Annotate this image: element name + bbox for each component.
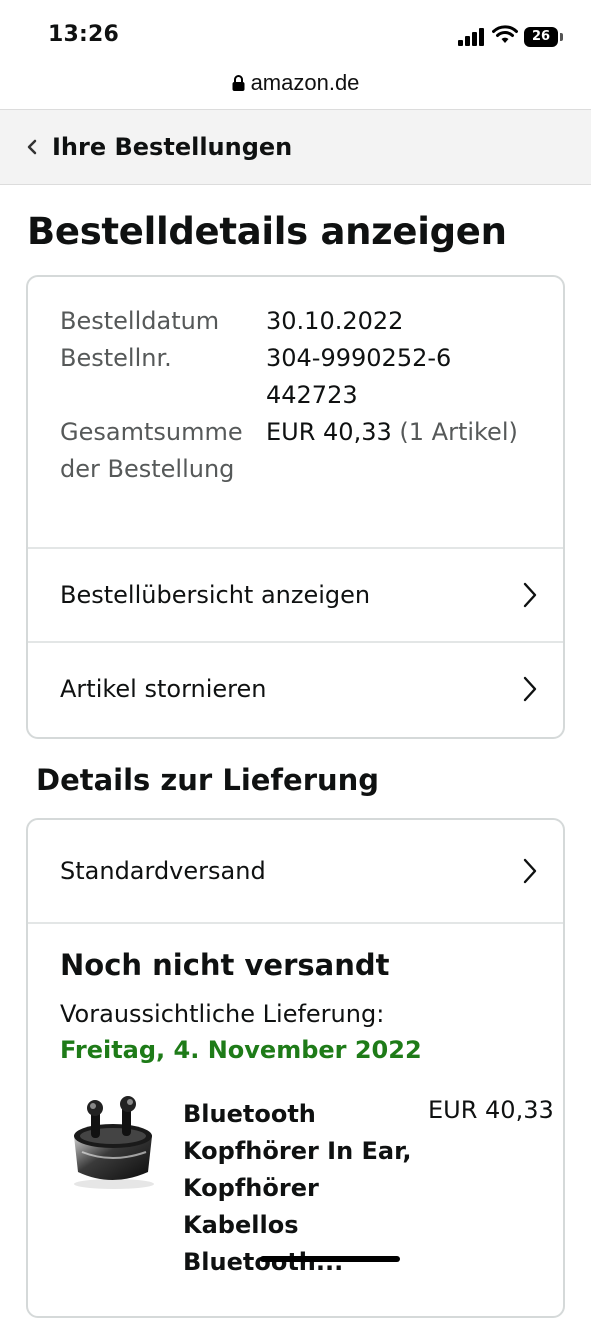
chevron-left-icon [27,139,37,155]
cancel-items-link[interactable]: Artikel stornieren [28,641,563,735]
order-number-row: Bestellnr. 304-9990252-6442723 [60,340,540,414]
shipping-method-label: Standardversand [60,857,266,885]
chevron-right-icon [523,858,537,884]
view-order-summary-label: Bestellübersicht anzeigen [60,581,371,609]
url-text: amazon.de [250,70,360,95]
chevron-right-icon [523,582,537,608]
order-date-label: Bestelldatum [60,307,220,335]
expected-delivery-label: Voraussichtliche Lieferung: [60,1000,385,1028]
lock-icon [232,75,245,91]
order-summary-card: Bestelldatum 30.10.2022 Bestellnr. 304-9… [26,275,565,739]
back-to-orders-link[interactable]: Ihre Bestellungen [0,109,591,185]
status-bar: 13:26 26 [0,0,591,70]
page-title: Bestelldetails anzeigen [27,210,507,253]
order-number-value: 304-9990252-6442723 [266,344,452,409]
url-bar[interactable]: amazon.de [0,62,591,108]
wifi-icon [492,25,518,43]
order-details: Bestelldatum 30.10.2022 Bestellnr. 304-9… [60,303,540,488]
order-total-value-wrap: EUR 40,33 (1 Artikel) [266,414,518,488]
delivery-section-title: Details zur Lieferung [36,763,380,797]
order-total-row: Gesamtsumme der Bestellung EUR 40,33 (1 … [60,414,540,488]
back-label: Ihre Bestellungen [52,133,293,161]
order-total-label: Gesamtsumme der Bestellung [60,418,243,483]
product-title-link[interactable]: Bluetooth Kopfhörer In Ear, Kopfhörer Ka… [183,1096,423,1281]
home-indicator [260,1256,400,1262]
shipment-status: Noch nicht versandt [60,948,390,982]
status-time: 13:26 [48,22,120,47]
shipping-method-link[interactable]: Standardversand [28,820,563,922]
signal-icon [458,28,484,46]
order-number-label: Bestellnr. [60,344,172,372]
chevron-right-icon [523,676,537,702]
divider [28,922,563,924]
product-image[interactable] [62,1092,162,1192]
battery-icon: 26 [524,27,564,47]
product-price: EUR 40,33 [428,1096,554,1124]
cancel-items-label: Artikel stornieren [60,675,267,703]
expected-delivery-date: Freitag, 4. November 2022 [60,1036,422,1064]
order-total-value: EUR 40,33 [266,418,392,446]
order-date-value: 30.10.2022 [266,307,404,335]
battery-level: 26 [524,27,558,47]
order-date-row: Bestelldatum 30.10.2022 [60,303,540,340]
order-item-count: (1 Artikel) [399,418,518,446]
view-order-summary-link[interactable]: Bestellübersicht anzeigen [28,547,563,641]
delivery-card: Standardversand Noch nicht versandt Vora… [26,818,565,1318]
